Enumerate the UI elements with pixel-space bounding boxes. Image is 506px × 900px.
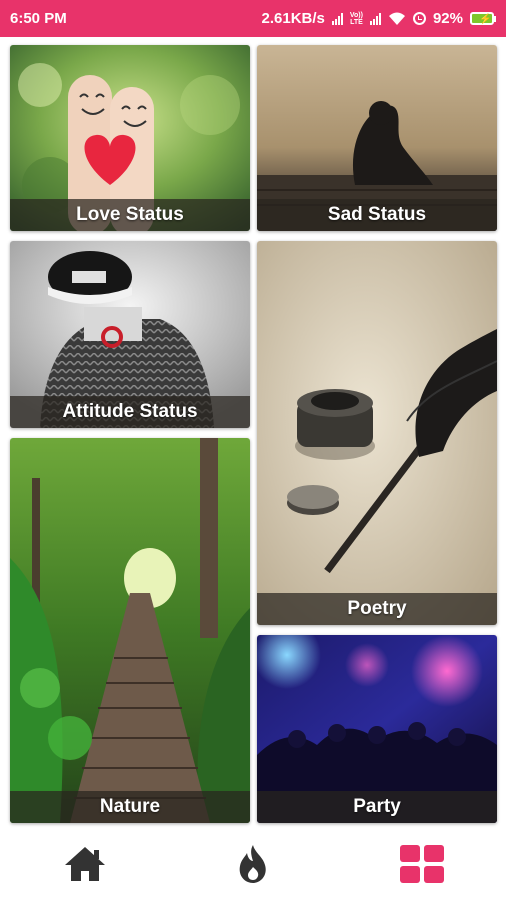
flame-icon <box>239 845 266 883</box>
volte-indicator: Vo)) LTE <box>349 11 363 26</box>
category-label: Party <box>257 791 497 823</box>
signal-icon-2 <box>369 12 381 25</box>
category-tile-attitude[interactable]: Attitude Status <box>10 241 250 428</box>
category-tile-love[interactable]: Love Status <box>10 45 250 231</box>
status-icons: 2.61KB/s Vo)) LTE 92% ⚡ <box>261 10 496 27</box>
battery-icon: ⚡ <box>470 12 496 25</box>
category-label: Love Status <box>10 199 250 231</box>
category-label: Attitude Status <box>10 396 250 428</box>
signal-icon <box>331 12 343 25</box>
category-label: Nature <box>10 791 250 823</box>
category-tile-nature[interactable]: Nature <box>10 438 250 823</box>
wifi-icon <box>388 12 405 25</box>
nature-image <box>10 438 250 823</box>
grid-icon <box>400 845 444 883</box>
bottom-navigation <box>0 830 506 900</box>
status-time: 6:50 PM <box>10 10 67 27</box>
category-label: Sad Status <box>257 199 497 231</box>
battery-percent: 92% <box>432 10 463 27</box>
category-tile-party[interactable]: Party <box>257 635 497 823</box>
status-bar: 6:50 PM 2.61KB/s Vo)) LTE 92% ⚡ <box>0 0 506 37</box>
home-icon <box>65 847 105 881</box>
alarm-icon <box>412 12 426 25</box>
category-label: Poetry <box>257 593 497 625</box>
nav-trending-button[interactable] <box>229 842 277 886</box>
category-tile-sad[interactable]: Sad Status <box>257 45 497 231</box>
network-speed: 2.61KB/s <box>261 10 325 27</box>
nav-categories-button[interactable] <box>398 842 446 886</box>
poetry-image <box>257 241 497 625</box>
nav-home-button[interactable] <box>61 842 109 886</box>
category-tile-poetry[interactable]: Poetry <box>257 241 497 625</box>
